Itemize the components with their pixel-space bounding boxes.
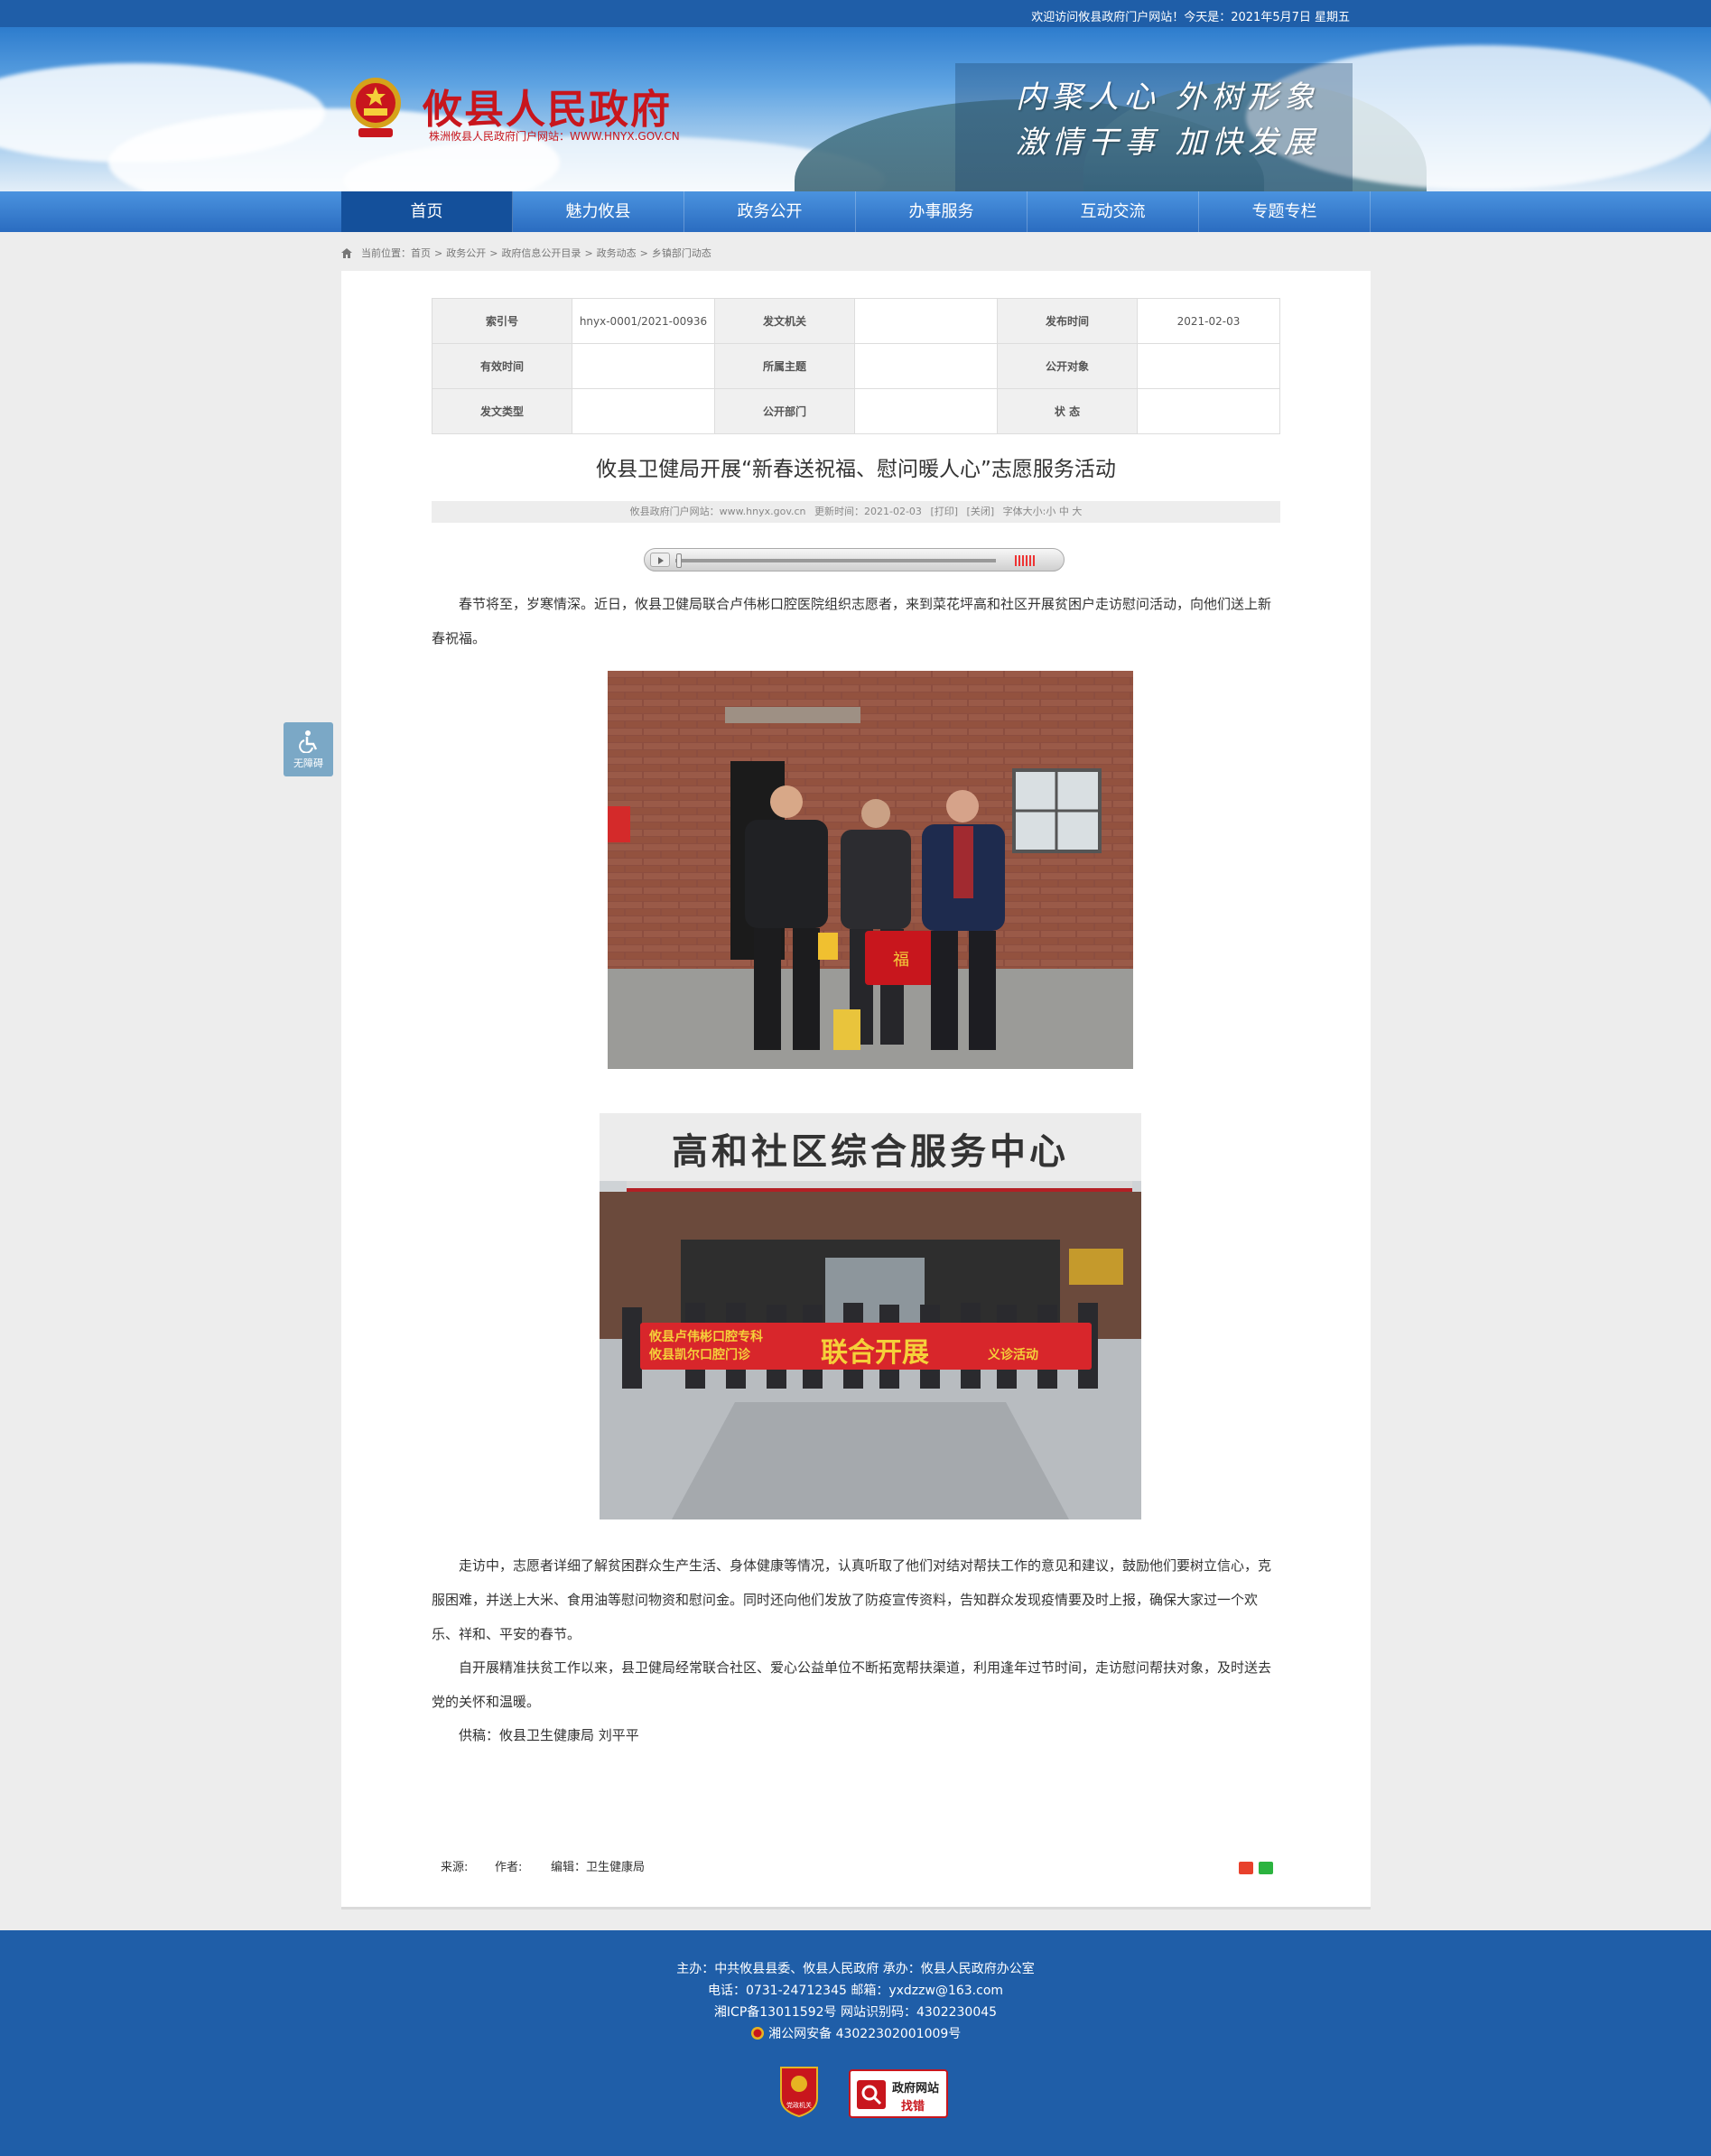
meta-value	[854, 343, 998, 389]
footer-icp[interactable]: 湘ICP备13011592号 网站识别码：4302230045	[0, 2003, 1711, 2021]
article-credit: 供稿：攸县卫生健康局 刘平平	[459, 1727, 639, 1743]
volume-icon[interactable]	[1015, 555, 1037, 566]
table-row: 有效时间 所属主题 公开对象	[432, 343, 1280, 389]
photo-visit-scene: 福	[608, 671, 1133, 1069]
meta-value	[854, 388, 998, 434]
article-photo-2: 高和社区综合服务中心 攸县卢伟彬口腔专科 攸县凯尔口腔门诊 联合开展 义诊活动	[600, 1113, 1141, 1519]
meta-value	[1137, 343, 1280, 389]
breadcrumb-separator: >	[434, 246, 443, 259]
breadcrumb: 当前位置： 首页 > 政务公开 > 政府信息公开目录 > 政务动态 > 乡镇部门…	[341, 246, 711, 260]
site-name[interactable]: 攸县人民政府	[423, 77, 672, 135]
national-emblem-icon	[350, 78, 401, 137]
meta-key: 索引号	[432, 298, 572, 344]
meta-key: 公开对象	[997, 343, 1138, 389]
breadcrumb-separator: >	[639, 246, 648, 259]
breadcrumb-separator: >	[584, 246, 593, 259]
footer-host: 主办：中共攸县县委、攸县人民政府 承办：攸县人民政府办公室	[676, 1962, 1035, 1976]
article-info-bar: 攸县政府门户网站：www.hnyx.gov.cn 更新时间：2021-02-03…	[432, 501, 1280, 523]
nav-item-charm[interactable]: 魅力攸县	[513, 191, 684, 232]
police-badge-icon	[750, 2027, 764, 2040]
gov-site-error-report-button[interactable]: 政府网站 找错	[849, 2069, 948, 2118]
progress-track[interactable]	[675, 559, 996, 562]
badge-subtitle: 找错	[901, 2100, 925, 2114]
meta-key: 有效时间	[432, 343, 572, 389]
welcome-text: 欢迎访问攸县政府门户网站！今天是：2021年5月7日 星期五	[1031, 11, 1350, 24]
article-title: 攸县卫健局开展“新春送祝福、慰问暖人心”志愿服务活动	[596, 458, 1116, 481]
nav-item-topics[interactable]: 专题专栏	[1199, 191, 1371, 232]
table-row: 发文类型 公开部门 状 态	[432, 388, 1280, 434]
play-button[interactable]	[650, 553, 670, 567]
article-paragraph: 自开展精准扶贫工作以来，县卫健局经常联合社区、爱心公益单位不断拓宽帮扶渠道，利用…	[432, 1659, 1272, 1710]
home-icon	[341, 247, 352, 258]
meta-key: 发文机关	[714, 298, 855, 344]
info-site: 攸县政府门户网站：www.hnyx.gov.cn	[629, 506, 806, 517]
footer-contact: 电话：0731-24712345 邮箱：yxdzzw@163.com	[707, 1984, 1004, 1998]
nav-item-home[interactable]: 首页	[341, 191, 513, 232]
table-row: 索引号 hnyx-0001/2021-00936 发文机关 发布时间 2021-…	[432, 298, 1280, 344]
meta-key: 发布时间	[997, 298, 1138, 344]
slogan-line-2: 激情干事 加快发展	[1016, 125, 1320, 161]
play-icon	[658, 557, 664, 564]
author-label: 作者:	[495, 1861, 523, 1874]
nav-item-gov-open[interactable]: 政务公开	[684, 191, 856, 232]
breadcrumb-item[interactable]: 乡镇部门动态	[652, 246, 711, 260]
article-paragraph: 春节将至，岁寒情深。近日，攸县卫健局联合卢伟彬口腔医院组织志愿者，来到菜花坪高和…	[432, 596, 1272, 646]
meta-key: 发文类型	[432, 388, 572, 434]
site-header: 攸县人民政府 株洲攸县人民政府门户网站：WWW.HNYX.GOV.CN 内聚人心…	[0, 27, 1711, 191]
meta-key: 公开部门	[714, 388, 855, 434]
meta-value	[572, 343, 715, 389]
photo-banner-text: 攸县凯尔口腔门诊	[649, 1348, 750, 1362]
photo-banner-text: 联合开展	[821, 1337, 929, 1369]
breadcrumb-separator: >	[489, 246, 498, 259]
photo-banner-text: 义诊活动	[988, 1348, 1038, 1362]
progress-handle[interactable]	[676, 553, 682, 568]
meta-value: 2021-02-03	[1137, 298, 1280, 344]
badge-title: 政府网站	[892, 2082, 940, 2096]
close-link[interactable]: [关闭]	[967, 506, 995, 517]
breadcrumb-item[interactable]: 政务公开	[446, 246, 486, 260]
breadcrumb-item[interactable]: 首页	[411, 246, 431, 260]
top-strip: 欢迎访问攸县政府门户网站！今天是：2021年5月7日 星期五	[0, 0, 1711, 27]
meta-value	[854, 298, 998, 344]
weibo-share-icon[interactable]	[1239, 1862, 1253, 1874]
editor-label: 编辑：卫生健康局	[551, 1861, 646, 1874]
nav-item-services[interactable]: 办事服务	[856, 191, 1028, 232]
print-link[interactable]: [打印]	[930, 506, 958, 517]
site-url: 株洲攸县人民政府门户网站：WWW.HNYX.GOV.CN	[429, 130, 680, 143]
metadata-table: 索引号 hnyx-0001/2021-00936 发文机关 发布时间 2021-…	[432, 298, 1280, 434]
svg-text:福: 福	[893, 951, 909, 970]
meta-value: hnyx-0001/2021-00936	[572, 298, 715, 344]
photo-banner-text: 攸县卢伟彬口腔专科	[649, 1330, 763, 1344]
font-size-control[interactable]: 字体大小:小 中 大	[1003, 506, 1083, 517]
breadcrumb-prefix: 当前位置：	[361, 247, 411, 259]
nav-item-interaction[interactable]: 互动交流	[1028, 191, 1199, 232]
article-card: 索引号 hnyx-0001/2021-00936 发文机关 发布时间 2021-…	[341, 271, 1371, 1910]
footer-police-text: 湘公网安备 43022302001009号	[768, 2027, 962, 2041]
breadcrumb-item[interactable]: 政府信息公开目录	[501, 246, 581, 260]
wechat-share-icon[interactable]	[1259, 1862, 1273, 1874]
footer-police-record[interactable]: 湘公网安备 43022302001009号	[0, 2024, 1711, 2042]
meta-key: 所属主题	[714, 343, 855, 389]
info-update-time: 更新时间：2021-02-03	[814, 506, 922, 517]
main-nav: 首页 魅力攸县 政务公开 办事服务 互动交流 专题专栏	[0, 191, 1711, 232]
badge-label: 党政机关	[786, 2101, 812, 2109]
article-photo-1: 福	[608, 671, 1133, 1069]
meta-value	[572, 388, 715, 434]
source-label: 来源:	[441, 1861, 469, 1874]
party-gov-badge-icon[interactable]: 党政机关	[776, 2064, 822, 2118]
accessibility-label: 无障碍	[293, 757, 323, 769]
accessibility-button[interactable]: 无障碍	[284, 722, 333, 776]
breadcrumb-item[interactable]: 政务动态	[597, 246, 637, 260]
meta-key: 状 态	[997, 388, 1138, 434]
photo-sign-text: 高和社区综合服务中心	[672, 1131, 1069, 1173]
site-footer: 主办：中共攸县县委、攸县人民政府 承办：攸县人民政府办公室 电话：0731-24…	[0, 1930, 1711, 2156]
wheelchair-icon	[298, 730, 317, 754]
audio-player[interactable]	[644, 548, 1065, 572]
magnifier-icon	[857, 2080, 886, 2109]
slogan-line-1: 内聚人心 外树形象	[1016, 79, 1320, 116]
meta-value	[1137, 388, 1280, 434]
article-paragraph: 走访中，志愿者详细了解贫困群众生产生活、身体健康等情况，认真听取了他们对结对帮扶…	[432, 1557, 1272, 1642]
